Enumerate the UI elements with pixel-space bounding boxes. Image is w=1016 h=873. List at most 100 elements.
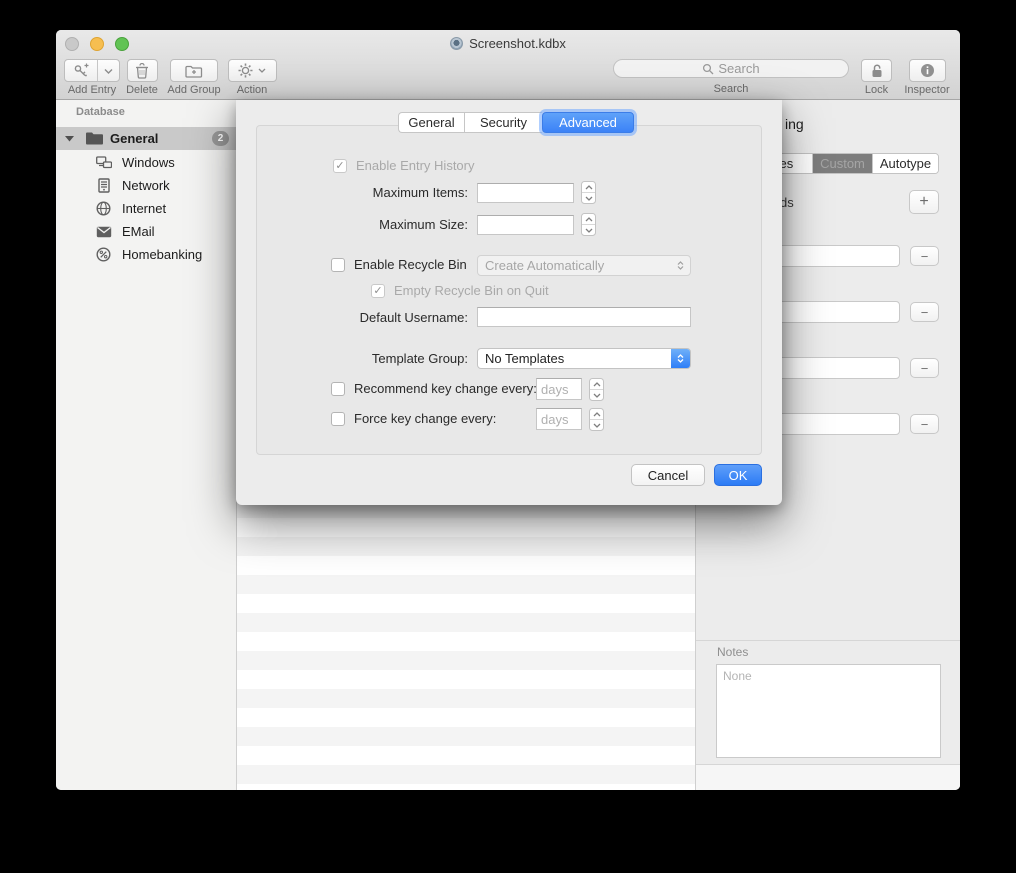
notes-label: Notes — [717, 645, 748, 659]
server-icon — [98, 178, 110, 193]
key-plus-icon[interactable] — [65, 60, 98, 81]
sidebar-item-homebanking[interactable]: Homebanking — [56, 243, 237, 266]
custom-field-input[interactable] — [769, 413, 900, 435]
remove-custom-field-button[interactable]: − — [910, 414, 939, 434]
popup-chevrons-icon — [671, 256, 690, 275]
lock-label: Lock — [865, 84, 888, 96]
enable-recycle-bin-checkbox[interactable] — [331, 258, 345, 272]
force-key-change-checkbox[interactable] — [331, 412, 345, 426]
trash-icon — [135, 63, 149, 79]
template-group-label: Template Group: — [256, 351, 468, 366]
recommend-key-change-checkbox[interactable] — [331, 382, 345, 396]
default-username-input[interactable] — [477, 307, 691, 327]
inspector-button[interactable] — [909, 59, 946, 82]
empty-recycle-bin-checkbox[interactable]: ✓ — [371, 284, 385, 298]
sidebar-item-windows[interactable]: Windows — [56, 151, 237, 174]
info-icon — [920, 63, 935, 78]
action-label: Action — [237, 84, 268, 96]
maximum-size-input[interactable] — [477, 215, 574, 235]
custom-field-input[interactable] — [769, 245, 900, 267]
desktop-background: Screenshot.kdbx Add Entry — [0, 0, 1016, 873]
remove-custom-field-button[interactable]: − — [910, 246, 939, 266]
sidebar-item-email[interactable]: EMail — [56, 220, 237, 243]
tab-security[interactable]: Security — [464, 112, 542, 133]
sidebar: Database General 2 Windows Network — [56, 100, 237, 790]
enable-recycle-bin-label: Enable Recycle Bin — [354, 257, 467, 273]
search-input[interactable]: Search — [613, 59, 849, 78]
remove-custom-field-button[interactable]: − — [910, 358, 939, 378]
stepper-down-icon[interactable] — [582, 193, 595, 203]
checkmark-icon: ✓ — [373, 286, 382, 297]
cancel-button[interactable]: Cancel — [631, 464, 705, 486]
sidebar-section-header: Database — [76, 106, 125, 118]
delete-button[interactable] — [127, 59, 158, 82]
disclosure-triangle-icon[interactable] — [65, 135, 74, 142]
add-custom-field-button[interactable]: + — [909, 190, 939, 214]
inspector-label: Inspector — [904, 84, 949, 96]
custom-field-input[interactable] — [769, 357, 900, 379]
sidebar-item-internet[interactable]: Internet — [56, 197, 237, 220]
notes-textarea[interactable] — [716, 664, 941, 758]
custom-field-input[interactable] — [769, 301, 900, 323]
count-badge: 2 — [212, 131, 229, 146]
default-username-label: Default Username: — [256, 310, 468, 325]
enable-entry-history-checkbox[interactable]: ✓ — [333, 159, 347, 173]
tab-general[interactable]: General — [398, 112, 464, 133]
stepper-down-icon[interactable] — [582, 225, 595, 235]
force-days-stepper[interactable] — [589, 408, 604, 431]
inspector-toolbar-item: Inspector — [903, 59, 951, 96]
document-icon — [450, 37, 463, 50]
stepper-down-icon[interactable] — [590, 420, 603, 430]
delete-label: Delete — [126, 84, 158, 96]
stepper-up-icon[interactable] — [582, 182, 595, 193]
maximum-items-stepper[interactable] — [581, 181, 596, 204]
recycle-bin-popup[interactable]: Create Automatically — [477, 255, 691, 276]
empty-recycle-bin-label: Empty Recycle Bin on Quit — [394, 283, 549, 299]
action-button[interactable] — [228, 59, 277, 82]
unlock-icon — [870, 63, 884, 79]
remove-custom-field-button[interactable]: − — [910, 302, 939, 322]
force-key-change-label: Force key change every: — [354, 411, 496, 427]
stepper-down-icon[interactable] — [590, 390, 603, 400]
envelope-icon — [96, 226, 112, 238]
gear-icon — [238, 63, 253, 78]
maximum-size-stepper[interactable] — [581, 213, 596, 236]
lock-button[interactable] — [861, 59, 892, 82]
search-placeholder: Search — [718, 61, 759, 76]
sidebar-item-network[interactable]: Network — [56, 174, 237, 197]
globe-icon — [96, 201, 111, 216]
percent-icon — [96, 247, 111, 262]
action-toolbar-item: Action — [224, 59, 280, 96]
template-group-popup[interactable]: No Templates — [477, 348, 691, 369]
sidebar-item-label: General — [110, 131, 158, 146]
maximum-size-label: Maximum Size: — [256, 217, 468, 232]
divider — [696, 640, 960, 641]
folder-plus-icon — [185, 64, 203, 78]
stepper-up-icon[interactable] — [582, 214, 595, 225]
add-entry-toolbar-item: Add Entry — [64, 59, 120, 96]
force-days-input[interactable] — [536, 408, 582, 430]
add-entry-dropdown-arrow[interactable] — [98, 60, 119, 81]
tab-autotype[interactable]: Autotype — [873, 154, 938, 173]
sidebar-item-general[interactable]: General 2 — [56, 127, 237, 150]
tab-custom[interactable]: Custom — [813, 154, 873, 173]
tab-advanced[interactable]: Advanced — [542, 112, 634, 133]
add-entry-label: Add Entry — [68, 84, 116, 96]
lock-toolbar-item: Lock — [861, 59, 892, 96]
recommend-days-input[interactable] — [536, 378, 582, 400]
ok-button[interactable]: OK — [714, 464, 762, 486]
recommend-days-stepper[interactable] — [589, 378, 604, 401]
delete-toolbar-item: Delete — [118, 59, 166, 96]
add-entry-button[interactable] — [64, 59, 120, 82]
add-group-button[interactable] — [170, 59, 218, 82]
stepper-up-icon[interactable] — [590, 409, 603, 420]
maximum-items-input[interactable] — [477, 183, 574, 203]
stepper-up-icon[interactable] — [590, 379, 603, 390]
folder-icon — [85, 131, 104, 146]
titlebar: Screenshot.kdbx — [56, 36, 960, 53]
database-settings-dialog: General Security Advanced ✓ Enable Entry… — [236, 100, 782, 505]
sidebar-item-label: Network — [122, 178, 170, 193]
sidebar-item-label: Windows — [122, 155, 175, 170]
action-dropdown-arrow — [258, 68, 266, 73]
window-title: Screenshot.kdbx — [469, 36, 566, 51]
